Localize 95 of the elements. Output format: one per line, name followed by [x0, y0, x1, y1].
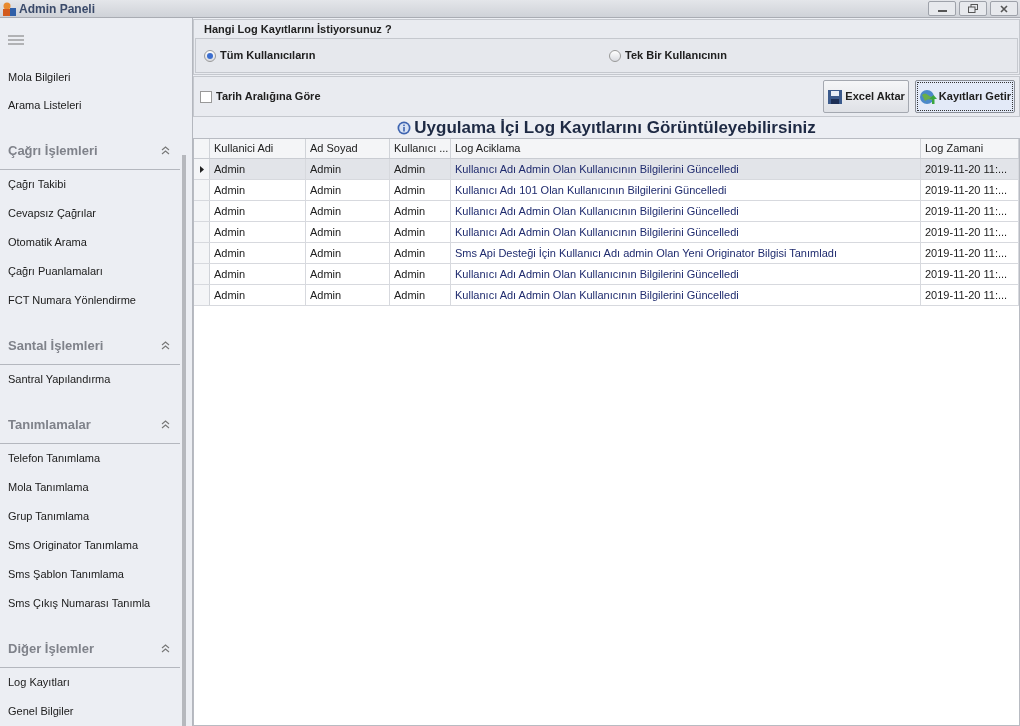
fetch-button[interactable]: Kayıtları Getir: [914, 80, 1015, 113]
sidebar-item[interactable]: Sms Çıkış Numarası Tanımla: [0, 589, 181, 618]
table-cell: 2019-11-20 11:...: [921, 222, 1019, 242]
table-row[interactable]: Admin Admin Admin Sms Api Desteği İçin Kullanıcı Adı admin Olan Yeni Originator Bilgisi Tanımladı 2019-11-20 11:...: [194, 243, 1019, 264]
table-row[interactable]: Admin Admin Admin Kullanıcı Adı Admin Olan Kullanıcının Bilgilerini Güncelledi 2019-11-20 11:...: [194, 222, 1019, 243]
column-header[interactable]: Kullanici Adi: [210, 139, 306, 158]
sidebar-item[interactable]: Sms Şablon Tanımlama: [0, 560, 181, 589]
minimize-icon: [937, 10, 947, 12]
sidebar-item[interactable]: Grup Tanımlama: [0, 502, 181, 531]
sidebar-item[interactable]: Çağrı Puanlamaları: [0, 257, 181, 286]
table-cell: Admin: [390, 285, 451, 305]
sidebar-item[interactable]: Genel Bilgiler: [0, 697, 181, 726]
double-chevron-up-icon[interactable]: [161, 644, 171, 653]
sidebar-item[interactable]: Mola Tanımlama: [0, 473, 181, 502]
sidebar-item[interactable]: Otomatik Arama: [0, 228, 181, 257]
double-chevron-up-icon[interactable]: [161, 420, 171, 429]
table-cell: Admin: [306, 222, 390, 242]
radio-label: Tek Bir Kullanıcının: [625, 48, 727, 64]
table-cell: Admin: [306, 201, 390, 221]
table-cell: 2019-11-20 11:...: [921, 201, 1019, 221]
table-row[interactable]: Admin Admin Admin Kullanıcı Adı Admin Olan Kullanıcının Bilgilerini Güncelledi 2019-11-20 11:...: [194, 264, 1019, 285]
banner-title: Uygulama İçi Log Kayıtlarını Görüntüleyebilirsiniz: [414, 117, 816, 140]
column-header[interactable]: Kullanıcı ...: [390, 139, 451, 158]
restore-button[interactable]: [959, 1, 987, 16]
group-title: Diğer İşlemler: [8, 639, 94, 658]
table-cell: Admin: [210, 159, 306, 179]
scrollbar-thumb[interactable]: [182, 155, 187, 726]
sidebar-item[interactable]: Sms Originator Tanımlama: [0, 531, 181, 560]
radio-button[interactable]: [609, 49, 621, 62]
export-button[interactable]: Excel Aktar: [823, 80, 909, 113]
table-cell: Admin: [390, 222, 451, 242]
table-cell: Admin: [390, 180, 451, 200]
table-cell: Admin: [306, 264, 390, 284]
table-row[interactable]: Admin Admin Admin Kullanıcı Adı Admin Olan Kullanıcının Bilgilerini Güncelledi 2019-11-20 11:...: [194, 201, 1019, 222]
restore-icon: [968, 4, 978, 13]
table-cell: Admin: [390, 264, 451, 284]
close-icon: [1000, 4, 1008, 13]
table-cell: Admin: [210, 201, 306, 221]
table-cell: 2019-11-20 11:...: [921, 159, 1019, 179]
table-cell: 2019-11-20 11:...: [921, 180, 1019, 200]
date-range-checkbox[interactable]: Tarih Aralığına Göre: [200, 88, 321, 105]
info-icon: [397, 121, 412, 135]
table-cell: Admin: [306, 243, 390, 263]
table-cell: Kullanıcı Adı Admin Olan Kullanıcının Bilgilerini Güncelledi: [451, 201, 921, 221]
table-cell: Admin: [210, 243, 306, 263]
checkbox-label: Tarih Aralığına Göre: [216, 89, 321, 105]
table-cell: Admin: [306, 285, 390, 305]
table-cell: Kullanıcı Adı Admin Olan Kullanıcının Bilgilerini Güncelledi: [451, 285, 921, 305]
table-cell: Admin: [210, 264, 306, 284]
row-pointer-icon: [199, 165, 204, 173]
table-cell: Admin: [306, 180, 390, 200]
radio-button[interactable]: [204, 49, 216, 62]
table-cell: Admin: [306, 159, 390, 179]
radio-option[interactable]: Tek Bir Kullanıcının: [609, 47, 727, 64]
sidebar-item[interactable]: Arama Listeleri: [0, 91, 181, 120]
double-chevron-up-icon[interactable]: [161, 146, 171, 155]
table-cell: Kullanıcı Adı Admin Olan Kullanıcının Bilgilerini Güncelledi: [451, 222, 921, 242]
table-cell: 2019-11-20 11:...: [921, 285, 1019, 305]
table-cell: Admin: [210, 180, 306, 200]
group-title: Tanımlamalar: [8, 415, 91, 434]
sidebar-item[interactable]: Telefon Tanımlama: [0, 444, 181, 473]
sidebar-item[interactable]: Santral Yapılandırma: [0, 365, 181, 394]
table-row[interactable]: Admin Admin Admin Kullanıcı Adı 101 Olan Kullanıcının Bilgilerini Güncelledi 2019-11-20 11:...: [194, 180, 1019, 201]
panel-heading: Hangi Log Kayıtlarını İstiyorsunuz ?: [203, 21, 393, 37]
table-row[interactable]: Admin Admin Admin Kullanıcı Adı Admin Olan Kullanıcının Bilgilerini Güncelledi 2019-11-20 11:...: [194, 285, 1019, 306]
table-cell: Kullanıcı Adı 101 Olan Kullanıcının Bilgilerini Güncelledi: [451, 180, 921, 200]
table-cell: 2019-11-20 11:...: [921, 243, 1019, 263]
table-cell: Sms Api Desteği İçin Kullanıcı Adı admin Olan Yeni Originator Bilgisi Tanımladı: [451, 243, 921, 263]
sidebar-item[interactable]: Cevapsız Çağrılar: [0, 199, 181, 228]
app-icon: [1, 0, 17, 17]
sidebar-item[interactable]: FCT Numara Yönlendirme: [0, 286, 181, 315]
double-chevron-up-icon[interactable]: [161, 341, 171, 350]
checkbox[interactable]: [200, 90, 212, 103]
sidebar-item[interactable]: Log Kayıtları: [0, 668, 181, 697]
column-header[interactable]: Ad Soyad: [306, 139, 390, 158]
column-header[interactable]: Log Aciklama: [451, 139, 921, 158]
table-cell: Admin: [210, 222, 306, 242]
minimize-button[interactable]: [928, 1, 956, 16]
sidebar-item[interactable]: Çağrı Takibi: [0, 170, 181, 199]
table-cell: Kullanıcı Adı Admin Olan Kullanıcının Bilgilerini Güncelledi: [451, 264, 921, 284]
table-cell: Admin: [390, 243, 451, 263]
radio-label: Tüm Kullanıcıların: [220, 48, 316, 64]
group-title: Santal İşlemleri: [8, 336, 104, 355]
table-cell: Admin: [210, 285, 306, 305]
close-button[interactable]: [990, 1, 1018, 16]
column-header[interactable]: Log Zamani: [921, 139, 1019, 158]
window-title: Admin Paneli: [19, 0, 95, 18]
table-cell: Admin: [390, 201, 451, 221]
table-cell: Admin: [390, 159, 451, 179]
group-title: Çağrı İşlemleri: [8, 141, 98, 160]
radio-option[interactable]: Tüm Kullanıcıların: [204, 47, 609, 64]
table-cell: Kullanıcı Adı Admin Olan Kullanıcının Bilgilerini Güncelledi: [451, 159, 921, 179]
sidebar-item[interactable]: Mola Bilgileri: [0, 62, 181, 92]
table-cell: 2019-11-20 11:...: [921, 264, 1019, 284]
table-row[interactable]: Admin Admin Admin Kullanıcı Adı Admin Olan Kullanıcının Bilgilerini Güncelledi 2019-11-20 11:...: [194, 159, 1019, 180]
